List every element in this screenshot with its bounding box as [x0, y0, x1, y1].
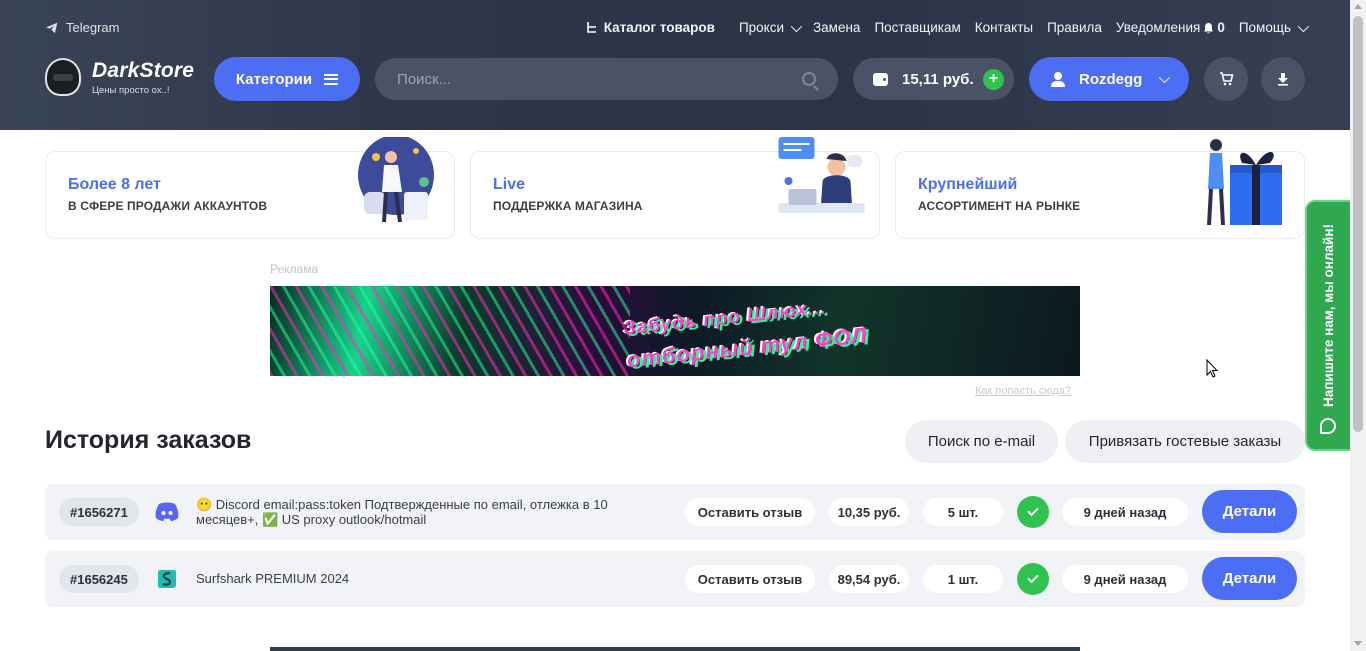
order-id: #1656271: [59, 498, 139, 526]
balance-amount: 15,11 руб.: [902, 70, 974, 88]
site-header: Telegram Каталог товаров Прокси Замена П…: [0, 0, 1350, 130]
order-row: #1656271 😶 Discord email:pass:token Подт…: [45, 484, 1305, 540]
search-input[interactable]: [397, 70, 802, 88]
chevron-down-icon: [790, 20, 803, 32]
bell-icon: [1204, 22, 1214, 33]
order-date: 9 дней назад: [1062, 565, 1188, 593]
balance-widget[interactable]: 15,11 руб. +: [853, 58, 1014, 100]
details-button[interactable]: Детали: [1202, 490, 1297, 533]
telegram-link[interactable]: Telegram: [45, 20, 119, 35]
wallet-icon: [873, 72, 888, 86]
top-nav: Каталог товаров Прокси Замена Поставщика…: [586, 20, 1310, 35]
logo-helmet-icon: [45, 58, 81, 96]
discord-icon: [152, 498, 182, 526]
scrollbar-thumb[interactable]: [1353, 16, 1363, 432]
logo[interactable]: DarkStore Цены просто ох..!: [45, 58, 194, 96]
nav-catalog[interactable]: Каталог товаров: [586, 20, 715, 35]
nav-rules[interactable]: Правила: [1047, 20, 1102, 35]
ad-banner-bottom: [270, 647, 1080, 651]
order-id: #1656245: [59, 565, 139, 593]
logo-title: DarkStore: [92, 58, 195, 82]
chat-bubble-icon: [1320, 418, 1336, 434]
nav-help[interactable]: Помощь: [1239, 20, 1310, 35]
nav-proxy[interactable]: Прокси: [739, 20, 803, 35]
product-name: 😶 Discord email:pass:token Подтвержденны…: [196, 497, 608, 527]
top-bar: Telegram Каталог товаров Прокси Замена П…: [0, 20, 1350, 38]
search-bar: [375, 58, 838, 100]
order-quantity: 1 шт.: [923, 565, 1003, 593]
status-success-icon: [1017, 496, 1049, 528]
cart-icon: [1219, 72, 1234, 86]
telegram-icon: [46, 22, 58, 33]
notifications-count: 0: [1217, 20, 1225, 35]
order-price: 89,54 руб.: [829, 565, 909, 593]
nav-suppliers[interactable]: Поставщикам: [874, 20, 960, 35]
details-button[interactable]: Детали: [1202, 557, 1297, 600]
user-menu-button[interactable]: Rozdegg: [1029, 57, 1189, 101]
gift-illustration-icon: [1207, 139, 1282, 226]
order-price: 10,35 руб.: [829, 498, 909, 526]
nav-notifications[interactable]: Уведомления 0: [1116, 20, 1225, 35]
cart-button[interactable]: [1204, 57, 1248, 101]
categories-button[interactable]: Категории: [214, 57, 360, 101]
ad-banner[interactable]: Забудь про Шлюх... отборный тул ФОЛ: [270, 286, 1080, 376]
telegram-label: Telegram: [66, 20, 120, 35]
scroll-up-icon[interactable]: [1354, 4, 1362, 9]
nav-contacts[interactable]: Контакты: [975, 20, 1033, 35]
order-date: 9 дней назад: [1062, 498, 1188, 526]
surfshark-icon: [152, 565, 182, 593]
search-icon[interactable]: [802, 72, 816, 86]
leave-review-button[interactable]: Оставить отзыв: [685, 498, 815, 526]
ad-banner-text: Забудь про Шлюх... отборный тул ФОЛ: [622, 297, 869, 373]
chat-tab-label: Напишите нам, мы онлайн!: [1321, 224, 1336, 407]
download-button[interactable]: [1261, 57, 1305, 101]
username: Rozdegg: [1079, 70, 1143, 88]
scrollbar[interactable]: [1350, 0, 1366, 651]
people-illustration-icon: [358, 137, 434, 223]
nav-replace[interactable]: Замена: [813, 20, 860, 35]
chevron-down-icon: [1158, 71, 1171, 84]
support-agent-illustration-icon: [778, 137, 865, 213]
ad-how-to-link[interactable]: Как попасть сюда?: [975, 385, 1071, 397]
page-title: История заказов: [45, 426, 252, 454]
logo-subtitle: Цены просто ох..!: [92, 84, 170, 96]
feature-card-experience: Более 8 лет В СФЕРЕ ПРОДАЖИ АККАУНТОВ: [45, 137, 455, 239]
search-by-email-button[interactable]: Поиск по e-mail: [905, 420, 1058, 463]
order-quantity: 5 шт.: [923, 498, 1003, 526]
chat-tab[interactable]: Напишите нам, мы онлайн!: [1305, 200, 1350, 451]
scroll-down-icon[interactable]: [1354, 641, 1362, 646]
tree-icon: [586, 22, 596, 33]
bind-guest-orders-button[interactable]: Привязать гостевые заказы: [1065, 420, 1305, 463]
leave-review-button[interactable]: Оставить отзыв: [685, 565, 815, 593]
order-row: #1656245 Surfshark PREMIUM 2024 Оставить…: [45, 551, 1305, 607]
product-name: Surfshark PREMIUM 2024: [196, 571, 350, 586]
ad-label: Реклама: [270, 262, 319, 276]
add-funds-icon[interactable]: +: [983, 68, 1004, 90]
download-icon: [1278, 73, 1288, 86]
user-icon: [1051, 71, 1065, 87]
chevron-down-icon: [1297, 20, 1310, 32]
status-success-icon: [1017, 563, 1049, 595]
feature-card-assortment: Крупнейший АССОРТИМЕНТ НА РЫНКЕ: [895, 139, 1305, 239]
mouse-cursor-icon: [1206, 359, 1218, 378]
menu-icon: [324, 73, 339, 85]
feature-card-support: Live ПОДДЕРЖКА МАГАЗИНА: [470, 137, 880, 239]
